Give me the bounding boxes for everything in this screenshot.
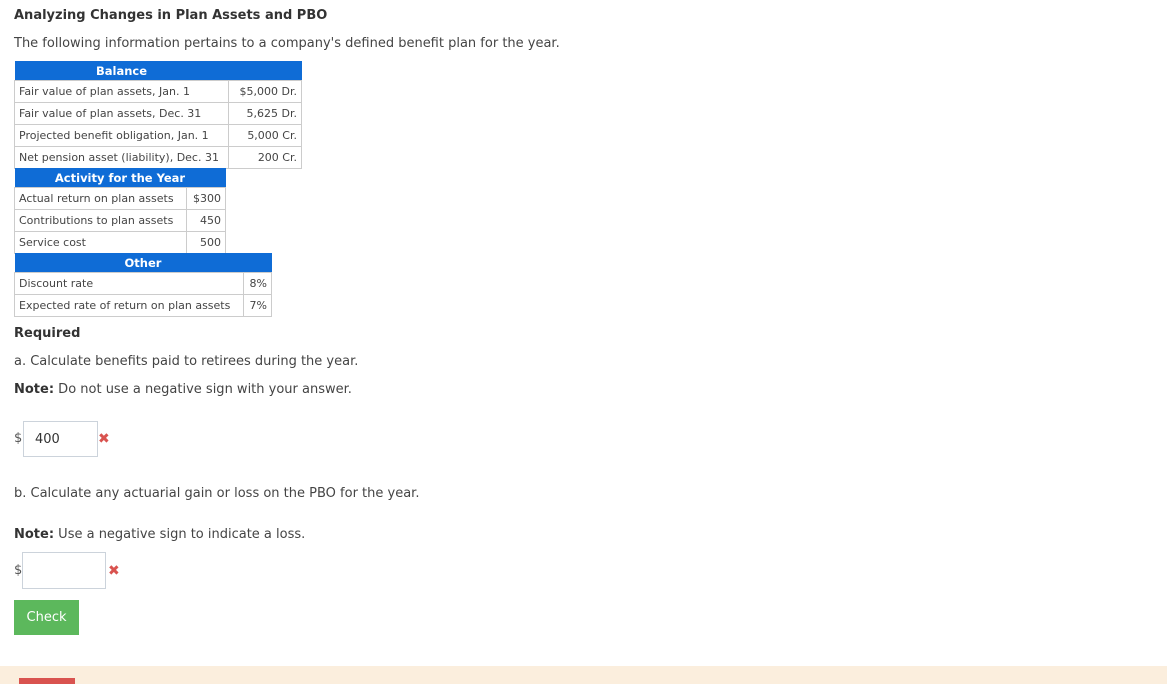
- row-value: 8%: [243, 272, 272, 295]
- required-heading: Required: [14, 326, 81, 341]
- banner-button[interactable]: [19, 678, 75, 684]
- other-header: Other: [14, 253, 272, 273]
- row-label: Contributions to plan assets: [13, 209, 188, 232]
- table-row: Projected benefit obligation, Jan. 1 5,00…: [14, 124, 302, 147]
- row-label: Fair value of plan assets, Dec. 31: [14, 102, 229, 125]
- table-row: Contributions to plan assets 450: [13, 209, 226, 232]
- note-b: Note: Use a negative sign to indicate a …: [14, 527, 305, 542]
- table-row: Actual return on plan assets $300: [13, 187, 226, 210]
- feedback-banner: [0, 666, 1167, 684]
- table-row: Fair value of plan assets, Dec. 31 5,625 …: [14, 102, 302, 125]
- balance-header: Balance: [14, 61, 229, 81]
- question-b: b. Calculate any actuarial gain or loss …: [14, 486, 420, 501]
- row-label: Net pension asset (liability), Dec. 31: [14, 146, 229, 169]
- answer-a-input[interactable]: [23, 421, 98, 457]
- intro-text: The following information pertains to a …: [14, 36, 560, 51]
- row-value: 450: [186, 209, 226, 232]
- balance-table: Balance Fair value of plan assets, Jan. …: [14, 61, 302, 169]
- row-value: 500: [186, 231, 226, 254]
- note-text: Use a negative sign to indicate a loss.: [54, 527, 306, 542]
- activity-header: Activity for the Year: [14, 168, 226, 188]
- currency-symbol: $: [14, 431, 23, 446]
- note-label: Note:: [14, 527, 55, 542]
- note-a: Note: Do not use a negative sign with yo…: [14, 382, 352, 397]
- table-row: Expected rate of return on plan assets 7%: [13, 294, 272, 317]
- row-label: Expected rate of return on plan assets: [13, 294, 245, 317]
- table-row: Net pension asset (liability), Dec. 31 20…: [14, 146, 302, 169]
- table-row: Service cost 500: [13, 231, 226, 254]
- problem-title: Analyzing Changes in Plan Assets and PBO: [14, 8, 328, 23]
- row-value: 200 Cr.: [228, 146, 302, 169]
- table-row: Discount rate 8%: [13, 272, 272, 295]
- row-label: Fair value of plan assets, Jan. 1: [14, 80, 229, 103]
- question-a: a. Calculate benefits paid to retirees d…: [14, 354, 359, 369]
- row-label: Projected benefit obligation, Jan. 1: [14, 124, 229, 147]
- note-text: Do not use a negative sign with your ans…: [54, 382, 352, 397]
- incorrect-icon: ✖: [98, 431, 110, 447]
- table-row: Fair value of plan assets, Jan. 1 $5,000 …: [14, 80, 302, 103]
- row-value: $300: [186, 187, 226, 210]
- row-value: 5,000 Cr.: [228, 124, 302, 147]
- activity-table: Activity for the Year Actual return on p…: [13, 168, 226, 254]
- row-label: Service cost: [13, 231, 188, 254]
- note-label: Note:: [14, 382, 55, 397]
- incorrect-icon: ✖: [108, 563, 120, 579]
- row-value: $5,000 Dr.: [228, 80, 302, 103]
- other-table: Other Discount rate 8% Expected rate of r…: [13, 253, 272, 317]
- row-value: 7%: [243, 294, 272, 317]
- check-button[interactable]: Check: [14, 600, 79, 635]
- row-value: 5,625 Dr.: [228, 102, 302, 125]
- answer-b-input[interactable]: [22, 552, 106, 589]
- row-label: Discount rate: [13, 272, 245, 295]
- row-label: Actual return on plan assets: [13, 187, 188, 210]
